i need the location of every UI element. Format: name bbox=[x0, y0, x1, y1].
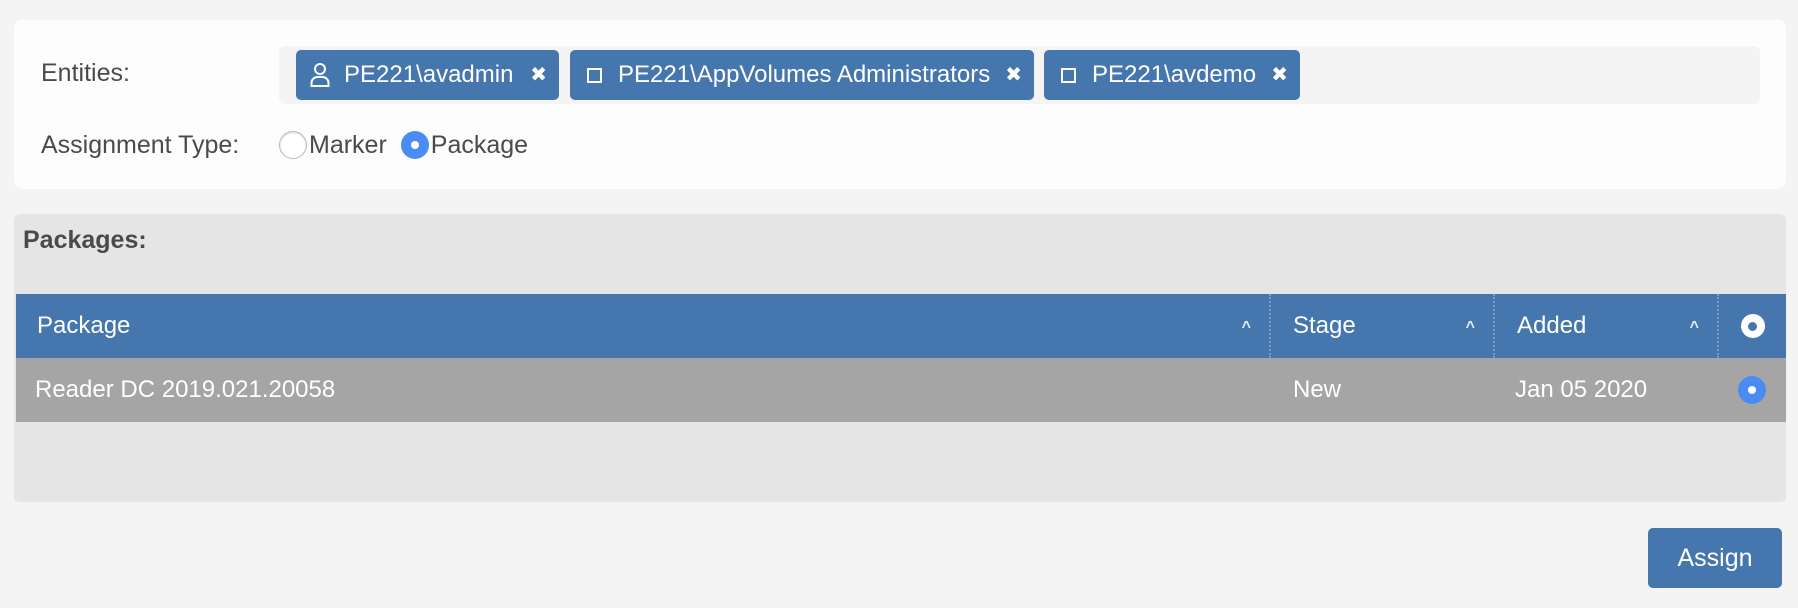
cell-select bbox=[1717, 358, 1786, 422]
table-row[interactable]: Reader DC 2019.021.20058 New Jan 05 2020 bbox=[16, 358, 1786, 422]
radio-package-label[interactable]: Package bbox=[431, 131, 528, 160]
entity-chip: PE221\avdemo ✖ bbox=[1044, 50, 1300, 100]
assignment-type-group: Marker Package bbox=[279, 130, 528, 160]
group-icon bbox=[584, 62, 604, 88]
packages-title: Packages: bbox=[23, 226, 147, 254]
entity-chip-label: PE221\avdemo bbox=[1092, 61, 1257, 88]
group-icon bbox=[1058, 62, 1078, 88]
entity-chip: PE221\avadmin ✖ bbox=[296, 50, 559, 100]
column-header-label: Package bbox=[37, 312, 131, 339]
entity-chip-label: PE221\avadmin bbox=[344, 61, 514, 88]
cell-stage: New bbox=[1293, 376, 1342, 403]
user-icon bbox=[310, 62, 330, 88]
column-header-label: Added bbox=[1517, 312, 1587, 339]
radio-marker-label[interactable]: Marker bbox=[309, 131, 387, 160]
sort-ascending-icon[interactable]: ^ bbox=[1690, 319, 1699, 337]
assign-button[interactable]: Assign bbox=[1648, 528, 1782, 588]
packages-panel: Packages: Package ^ Stage ^ Added ^ Read… bbox=[14, 214, 1786, 502]
radio-package[interactable] bbox=[400, 131, 429, 159]
assignment-type-label: Assignment Type: bbox=[41, 131, 240, 159]
close-icon[interactable]: ✖ bbox=[1005, 65, 1022, 85]
row-select-radio[interactable] bbox=[1737, 376, 1766, 404]
sort-ascending-icon[interactable]: ^ bbox=[1242, 319, 1251, 337]
entities-input[interactable]: PE221\avadmin ✖ PE221\AppVolumes Adminis… bbox=[279, 46, 1760, 104]
column-header-stage[interactable]: Stage ^ bbox=[1269, 294, 1493, 358]
entities-label: Entities: bbox=[41, 59, 130, 87]
cell-package: Reader DC 2019.021.20058 bbox=[35, 376, 336, 403]
radio-marker[interactable] bbox=[279, 131, 307, 159]
table-header: Package ^ Stage ^ Added ^ bbox=[16, 294, 1786, 358]
column-header-select bbox=[1717, 294, 1786, 358]
cell-added: Jan 05 2020 bbox=[1515, 376, 1648, 403]
assignment-form-card: Entities: PE221\avadmin ✖ PE221\AppVolum… bbox=[14, 20, 1786, 189]
entity-chip: PE221\AppVolumes Administrators ✖ bbox=[570, 50, 1034, 100]
column-header-label: Stage bbox=[1293, 312, 1356, 339]
column-header-package[interactable]: Package ^ bbox=[16, 294, 1269, 358]
sort-ascending-icon[interactable]: ^ bbox=[1466, 319, 1475, 337]
close-icon[interactable]: ✖ bbox=[530, 65, 547, 85]
close-icon[interactable]: ✖ bbox=[1271, 65, 1288, 85]
packages-table: Package ^ Stage ^ Added ^ Reader DC 2019… bbox=[16, 294, 1786, 422]
entity-chip-label: PE221\AppVolumes Administrators bbox=[618, 61, 991, 88]
column-header-added[interactable]: Added ^ bbox=[1493, 294, 1717, 358]
radio-header-icon bbox=[1740, 314, 1765, 338]
